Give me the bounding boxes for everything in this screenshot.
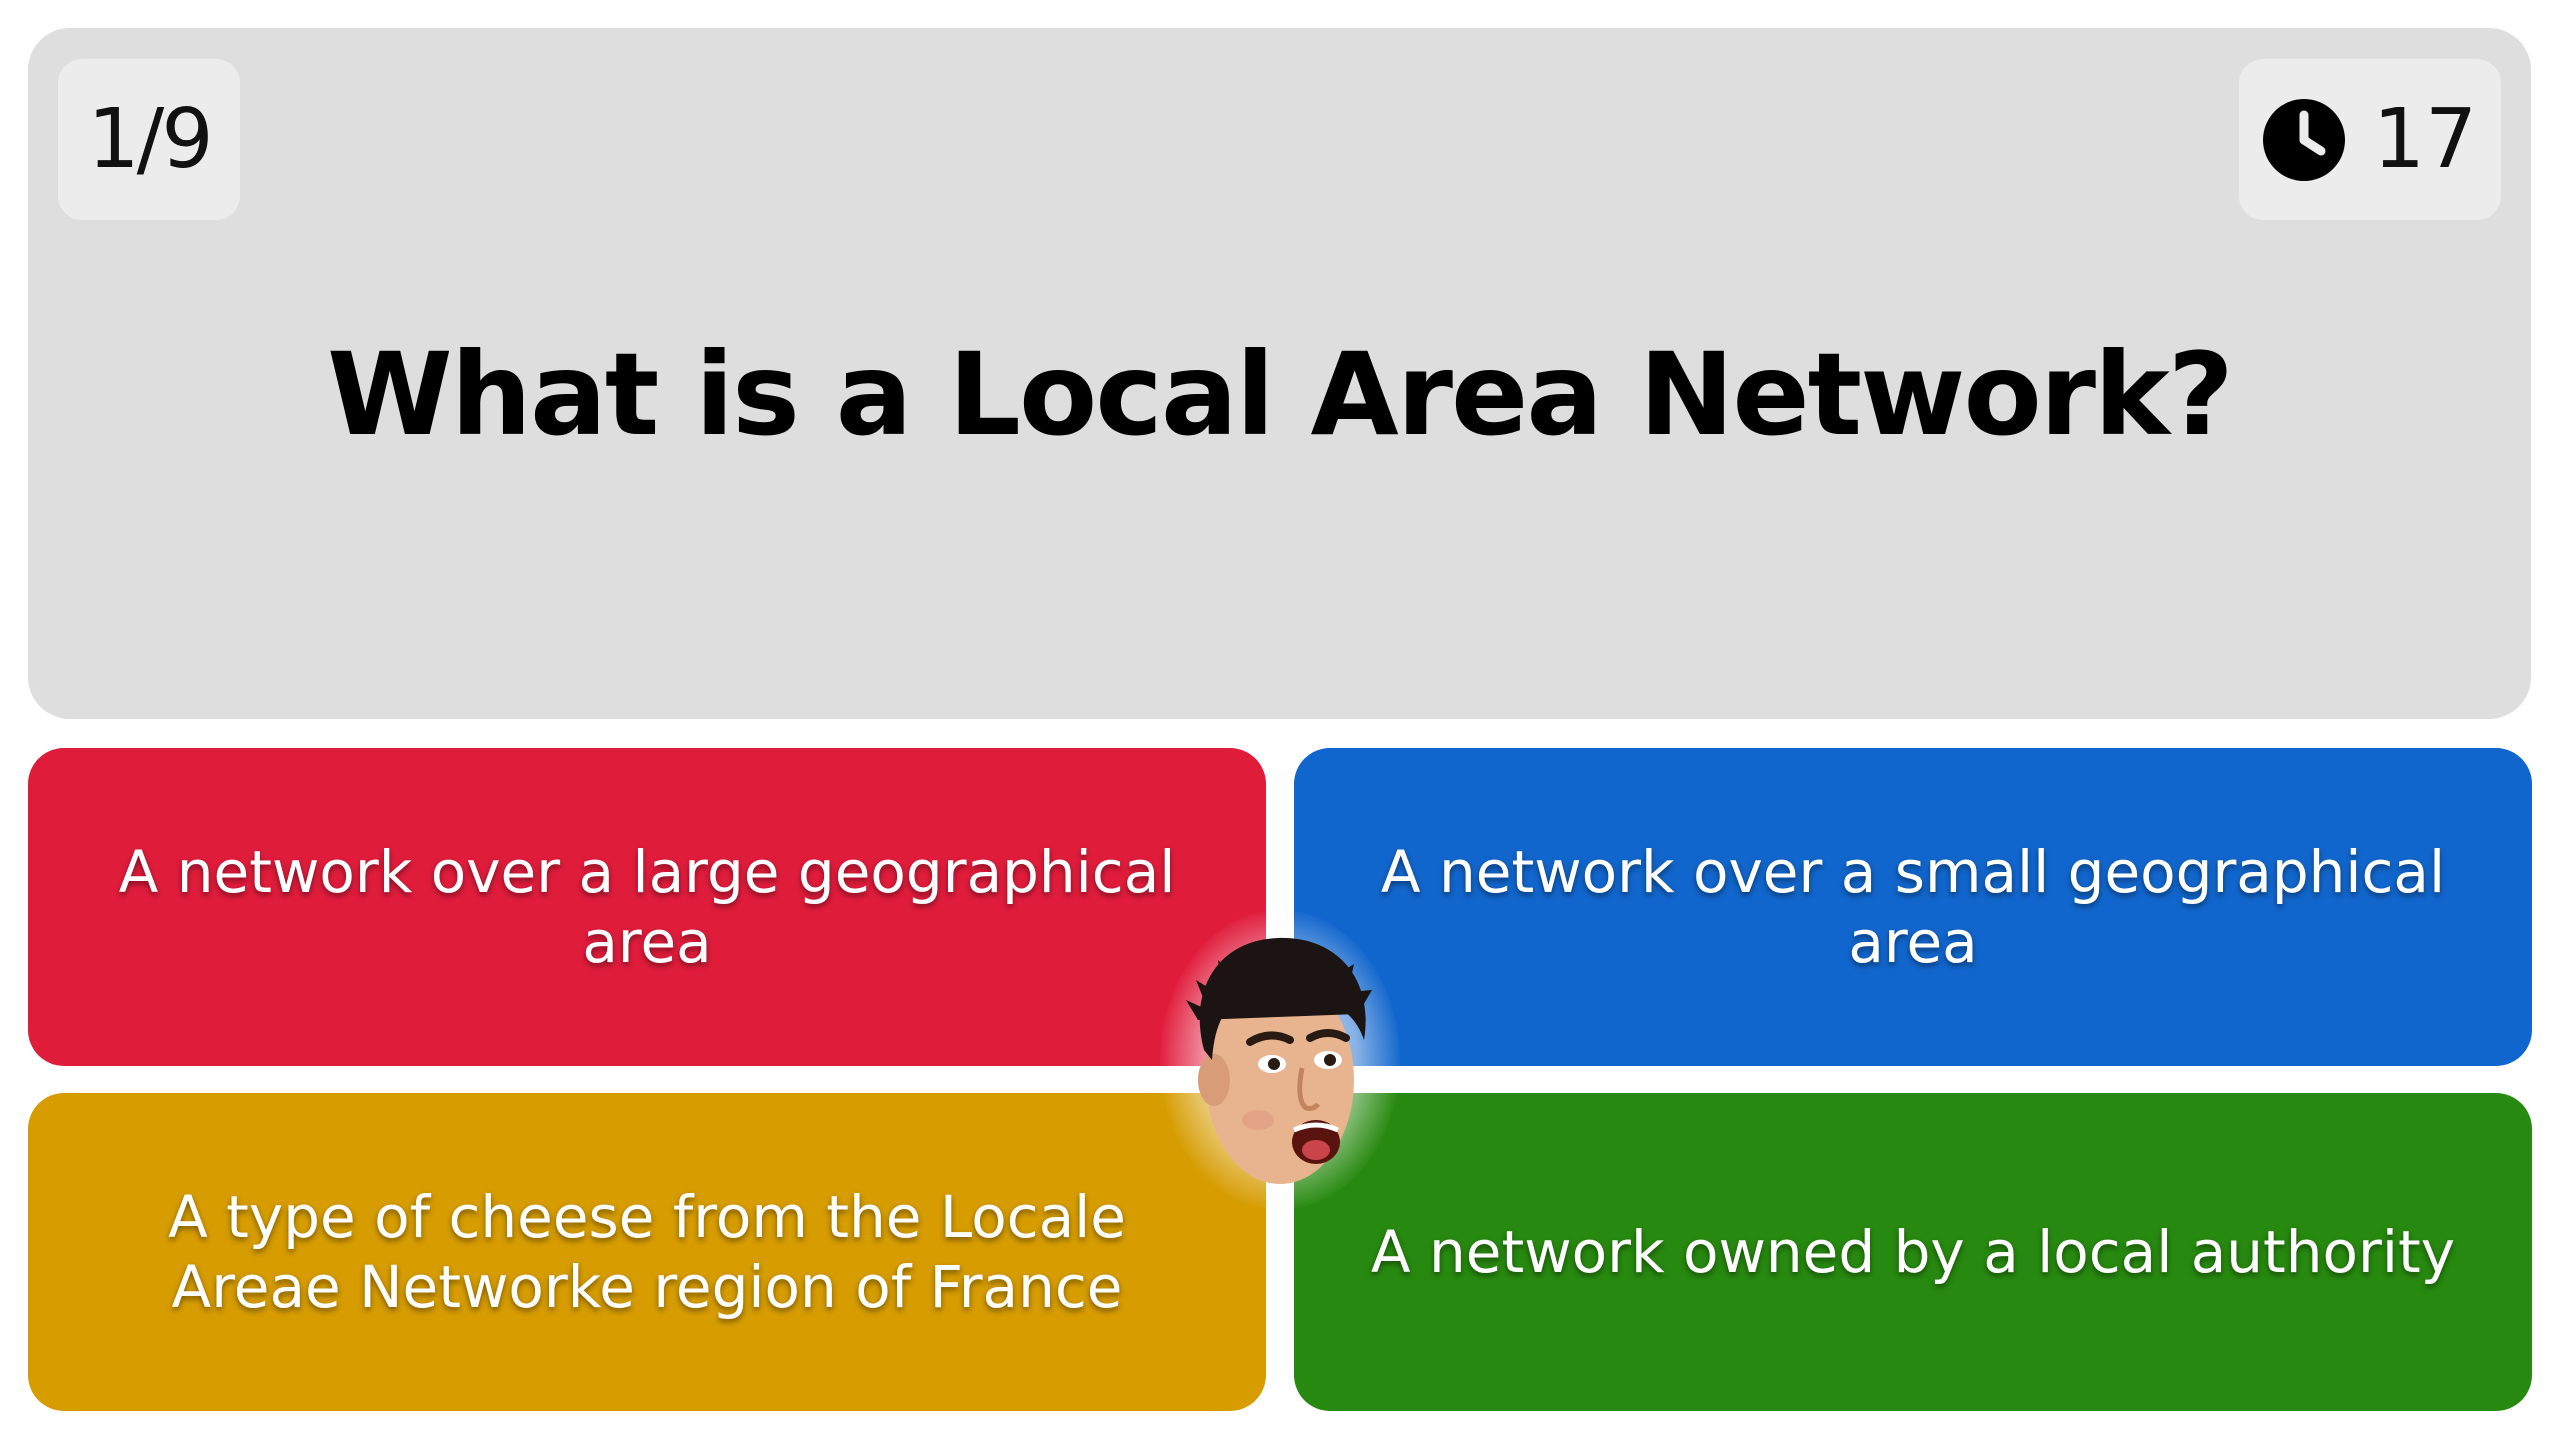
answer-button-2[interactable]: A network over a small geographical area [1294, 748, 2532, 1066]
quiz-stage: 1/9 17 What is a Local Area Network? A n… [0, 0, 2560, 1440]
question-title: What is a Local Area Network? [327, 328, 2234, 461]
answer-button-4[interactable]: A network owned by a local authority [1294, 1093, 2532, 1411]
answer-label-4: A network owned by a local authority [1370, 1218, 2456, 1286]
answer-label-1: A network over a large geographical area [118, 838, 1176, 976]
question-counter: 1/9 [58, 59, 240, 220]
question-counter-text: 1/9 [87, 92, 214, 187]
answer-button-3[interactable]: A type of cheese from the Locale Areae N… [28, 1093, 1266, 1411]
answer-label-2: A network over a small geographical area [1380, 838, 2446, 976]
surprised-face-emote-icon [1178, 930, 1378, 1200]
question-card: 1/9 17 What is a Local Area Network? [28, 28, 2531, 719]
answer-label-3: A type of cheese from the Locale Areae N… [168, 1183, 1126, 1321]
timer-seconds: 17 [2372, 92, 2478, 187]
clock-icon [2262, 98, 2345, 181]
countdown-timer: 17 [2239, 59, 2501, 220]
answer-button-1[interactable]: A network over a large geographical area [28, 748, 1266, 1066]
